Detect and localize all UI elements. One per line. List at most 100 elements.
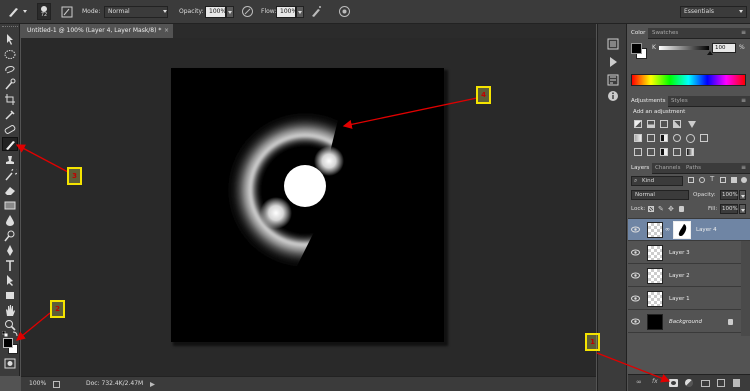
exposure-icon[interactable] xyxy=(673,120,681,128)
document-tab[interactable]: Untitled-1 @ 100% (Layer 4, Layer Mask/8… xyxy=(21,24,173,38)
layer-mask-thumbnail[interactable] xyxy=(673,221,691,239)
fill-dropdown[interactable] xyxy=(739,204,746,214)
channel-mixer-icon[interactable] xyxy=(686,134,695,143)
lock-transparency-icon[interactable] xyxy=(648,206,654,212)
layer-thumbnail[interactable] xyxy=(647,268,663,284)
tab-color[interactable]: Color xyxy=(628,28,649,39)
visibility-eye-icon[interactable] xyxy=(631,272,640,279)
layer-row-layer-2[interactable]: Layer 2 xyxy=(628,265,741,287)
foreground-color-swatch[interactable] xyxy=(3,338,13,348)
invert-icon[interactable] xyxy=(634,148,642,156)
airbrush-icon[interactable] xyxy=(310,5,322,18)
history-panel-icon[interactable] xyxy=(607,38,619,50)
dodge-tool-icon[interactable] xyxy=(3,229,17,242)
layer-row-background[interactable]: Background xyxy=(628,311,741,333)
close-tab-icon[interactable]: × xyxy=(164,24,169,38)
workspace-dropdown[interactable] xyxy=(738,6,746,18)
color-balance-icon[interactable] xyxy=(647,134,655,142)
eyedropper-tool-icon[interactable] xyxy=(3,108,17,121)
color-spectrum-bar[interactable] xyxy=(631,74,746,86)
pressure-opacity-icon[interactable] xyxy=(241,5,254,18)
k-value-input[interactable]: 100 xyxy=(712,43,736,53)
layer-row-layer-1[interactable]: Layer 1 xyxy=(628,288,741,310)
filter-toggle-icon[interactable] xyxy=(741,177,747,183)
tab-adjustments[interactable]: Adjustments xyxy=(628,96,669,107)
tool-preset-dropdown[interactable] xyxy=(22,6,29,18)
pen-tool-icon[interactable] xyxy=(3,244,17,257)
filter-smart-object-icon[interactable] xyxy=(731,177,737,183)
status-export-icon[interactable] xyxy=(53,381,60,388)
photo-filter-icon[interactable] xyxy=(673,134,681,142)
info-panel-icon[interactable] xyxy=(607,90,619,102)
visibility-eye-icon[interactable] xyxy=(631,226,640,233)
layer-thumbnail[interactable] xyxy=(647,314,663,330)
move-tool-icon[interactable] xyxy=(3,33,17,46)
history-brush-tool-icon[interactable] xyxy=(3,169,17,182)
spot-healing-tool-icon[interactable] xyxy=(3,123,17,136)
quick-mask-icon[interactable] xyxy=(3,357,17,370)
k-slider-track[interactable] xyxy=(659,46,709,50)
layers-scrollbar[interactable] xyxy=(741,241,750,336)
blur-tool-icon[interactable] xyxy=(3,214,17,227)
tab-swatches[interactable]: Swatches xyxy=(649,28,681,39)
lock-pixels-icon[interactable]: ✎ xyxy=(658,205,664,213)
workspace-switcher[interactable]: Essentials xyxy=(680,6,747,18)
swap-colors-icon[interactable] xyxy=(12,331,18,337)
fill-input[interactable]: 100% xyxy=(720,204,738,214)
lock-position-icon[interactable]: ✥ xyxy=(668,205,674,213)
layer-row-layer-4[interactable]: ∞ Layer 4 xyxy=(628,219,750,241)
brightness-contrast-icon[interactable] xyxy=(634,120,642,128)
tab-layers[interactable]: Layers xyxy=(628,163,653,174)
hand-tool-icon[interactable] xyxy=(3,304,17,317)
tab-channels[interactable]: Channels xyxy=(652,163,683,174)
layers-panel-menu-icon[interactable]: ≡ xyxy=(741,164,746,171)
levels-icon[interactable] xyxy=(647,120,655,128)
marquee-tool-icon[interactable] xyxy=(3,48,17,61)
color-fg-swatch[interactable] xyxy=(631,43,642,54)
layer-thumbnail[interactable] xyxy=(647,291,663,307)
lasso-tool-icon[interactable] xyxy=(3,63,17,76)
eraser-tool-icon[interactable] xyxy=(3,184,17,197)
color-panel-menu-icon[interactable]: ≡ xyxy=(741,29,746,36)
layer-opacity-input[interactable]: 100% xyxy=(720,190,738,200)
visibility-eye-icon[interactable] xyxy=(631,318,640,325)
visibility-eye-icon[interactable] xyxy=(631,295,640,302)
rectangle-tool-icon[interactable] xyxy=(3,289,17,302)
vibrance-icon[interactable] xyxy=(688,121,696,128)
layer-filter-select[interactable]: ⌕ Kind xyxy=(631,176,683,186)
mode-select[interactable]: Normal xyxy=(104,6,168,18)
layer-row-layer-3[interactable]: Layer 3 xyxy=(628,242,741,264)
adjustments-panel-menu-icon[interactable]: ≡ xyxy=(741,97,746,104)
toolbar-grip[interactable] xyxy=(2,26,18,29)
filter-adjustment-icon[interactable] xyxy=(699,177,705,183)
gradient-map-icon[interactable] xyxy=(686,148,694,156)
tab-styles[interactable]: Styles xyxy=(668,96,691,107)
link-layers-icon[interactable]: ∞ xyxy=(636,378,642,386)
filter-pixel-icon[interactable] xyxy=(688,177,694,183)
black-white-icon[interactable] xyxy=(660,134,668,142)
threshold-icon[interactable] xyxy=(660,148,668,156)
new-group-icon[interactable] xyxy=(701,380,710,387)
opacity-input[interactable]: 100% xyxy=(205,6,226,18)
posterize-icon[interactable] xyxy=(647,148,655,156)
filter-type-icon[interactable]: T xyxy=(710,175,714,183)
color-lookup-icon[interactable] xyxy=(700,134,708,142)
hue-saturation-icon[interactable] xyxy=(634,134,642,142)
layer-thumbnail[interactable] xyxy=(647,222,663,238)
status-menu-icon[interactable] xyxy=(150,382,155,387)
properties-panel-icon[interactable] xyxy=(607,74,619,86)
opacity-dropdown[interactable] xyxy=(226,6,234,18)
curves-icon[interactable] xyxy=(660,120,668,128)
clone-stamp-tool-icon[interactable] xyxy=(3,154,17,167)
layer-opacity-dropdown[interactable] xyxy=(739,190,746,200)
type-tool-icon[interactable] xyxy=(3,259,17,272)
gradient-tool-icon[interactable] xyxy=(3,199,17,212)
layer-thumbnail[interactable] xyxy=(647,245,663,261)
crop-tool-icon[interactable] xyxy=(3,93,17,106)
flow-input[interactable]: 100% xyxy=(276,6,297,18)
mode-dropdown[interactable] xyxy=(162,6,170,18)
adjustment-layer-icon[interactable] xyxy=(685,379,693,387)
quick-selection-tool-icon[interactable] xyxy=(3,78,17,91)
mask-link-icon[interactable]: ∞ xyxy=(665,226,670,233)
default-colors-icon[interactable] xyxy=(2,331,8,337)
